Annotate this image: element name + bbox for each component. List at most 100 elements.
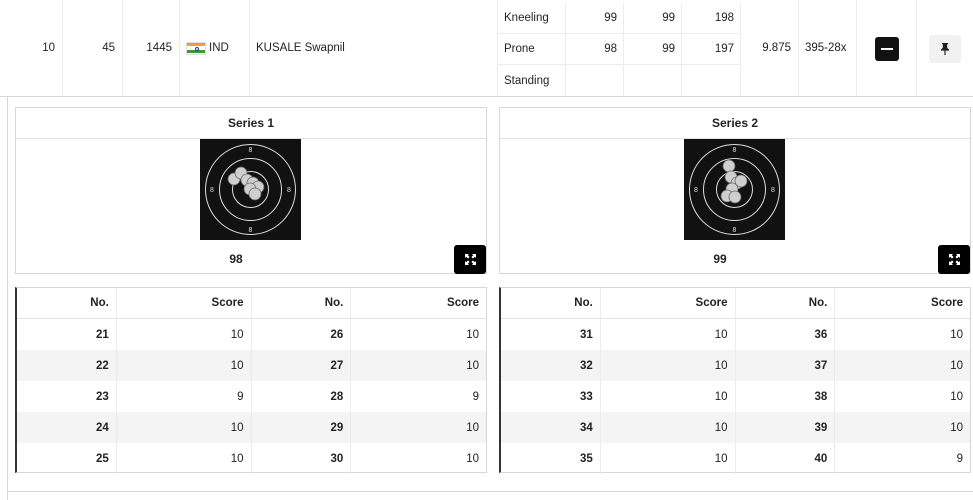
bib-cell: 45 [63,0,123,96]
shot-score: 10 [601,319,736,350]
shot-score: 9 [956,452,963,465]
table-row: 23 9 28 9 [17,381,486,412]
shot-number: 25 [17,443,117,474]
column-header-score: Score [117,288,252,318]
svg-text:8: 8 [771,187,775,194]
shot-score: 10 [601,350,736,381]
shot-score: 10 [950,390,963,403]
position-scores: Kneeling 99 99 198 Prone 98 99 197 Stand… [498,3,741,96]
position-s1: 99 [566,3,624,33]
series-total: 98 [229,252,243,266]
position-total: 197 [682,34,741,64]
athlete-id: 1445 [146,42,172,54]
shot-number: 33 [501,381,601,412]
column-header-no: No. [17,288,117,318]
position-total [682,65,741,96]
next-row-edge [7,491,973,500]
name-cell: KUSALE Swapnil [250,0,498,96]
shot-score: 10 [466,452,479,465]
shot-number: 31 [501,319,601,350]
position-total: 198 [682,3,741,33]
series-title: Series 2 [500,108,970,139]
table-row: 34 10 39 10 [501,412,970,443]
total-cell: 395-28x [799,0,857,96]
shot-number: 27 [252,350,352,381]
shot-number: 32 [501,350,601,381]
shots-table-1: No. Score No. Score 21 10 26 10 22 10 27 10 23 9 28 9 24… [15,287,487,474]
athlete-row[interactable]: 10 45 1445 IND KUSALE Swapnil Kneeling 9… [0,0,973,97]
target-rings: 8 8 8 8 [689,144,780,235]
collapse-button[interactable] [875,37,899,61]
position-name: Kneeling [498,3,566,33]
svg-text:8: 8 [733,227,737,234]
shot-score: 10 [601,412,736,443]
shot-number: 22 [17,350,117,381]
position-row: Prone 98 99 197 [498,34,741,65]
series-card-1: Series 1 8 8 8 8 98 [15,107,487,274]
target-image: 8 8 8 8 [684,139,785,240]
column-header-score: Score [931,297,963,309]
position-name: Standing [498,65,566,96]
shots-table-header: No. Score No. Score [501,288,970,319]
shot-number: 39 [736,412,836,443]
column-header-no: No. [736,288,836,318]
shot-number: 24 [17,412,117,443]
shot-score: 9 [117,381,252,412]
shot-score: 10 [601,443,736,474]
table-row: 31 10 36 10 [501,319,970,350]
country-code: IND [209,42,229,54]
position-s1: 98 [566,34,624,64]
position-s1 [566,65,624,96]
shot-score: 10 [466,359,479,372]
column-header-score: Score [447,297,479,309]
rank-cell: 10 [0,0,63,96]
shot-score: 10 [466,421,479,434]
minus-icon [881,47,893,51]
pin-button[interactable] [929,35,961,63]
shot-number: 35 [501,443,601,474]
shot-score: 9 [472,390,479,403]
shot-score: 10 [117,319,252,350]
position-row: Kneeling 99 99 198 [498,3,741,34]
table-row: 35 10 40 9 [501,443,970,474]
svg-text:8: 8 [733,147,737,154]
shot-score: 10 [950,328,963,341]
shot-number: 28 [252,381,352,412]
position-s2 [624,65,682,96]
series-total: 99 [713,252,727,266]
shot-score: 10 [601,381,736,412]
shot-score: 10 [466,328,479,341]
expand-target-button[interactable] [454,245,486,274]
target-rings: 8 8 8 8 [205,144,296,235]
shot-number: 23 [17,381,117,412]
position-s2: 99 [624,34,682,64]
shot-number: 36 [736,319,836,350]
svg-text:8: 8 [249,227,253,234]
athlete-name: KUSALE Swapnil [256,42,345,54]
rank: 10 [42,42,55,54]
shot-number: 29 [252,412,352,443]
id-cell: 1445 [123,0,180,96]
table-row: 24 10 29 10 [17,412,486,443]
shot-number: 40 [736,443,836,474]
position-row: Standing [498,65,741,96]
column-header-no: No. [501,288,601,318]
shot-score: 10 [950,359,963,372]
shot-score: 10 [117,412,252,443]
table-row: 21 10 26 10 [17,319,486,350]
shot-score: 10 [117,443,252,474]
shots-table-2: No. Score No. Score 31 10 36 10 32 10 37 10 33 10 38 10… [499,287,971,474]
table-row: 22 10 27 10 [17,350,486,381]
series-detail-panel: Series 1 8 8 8 8 98 Series 2 8 8 8 8 99 … [7,97,973,491]
expand-icon [464,254,476,265]
position-s2: 99 [624,3,682,33]
column-header-score: Score [601,288,736,318]
total-score: 395-28x [805,42,847,54]
expand-target-button[interactable] [938,245,970,274]
pin-icon [941,43,949,55]
series-title: Series 1 [16,108,486,139]
svg-text:8: 8 [249,147,253,154]
nation-cell: IND [180,0,250,96]
inner-tens: 9.875 [762,42,791,54]
shot-score: 10 [117,350,252,381]
